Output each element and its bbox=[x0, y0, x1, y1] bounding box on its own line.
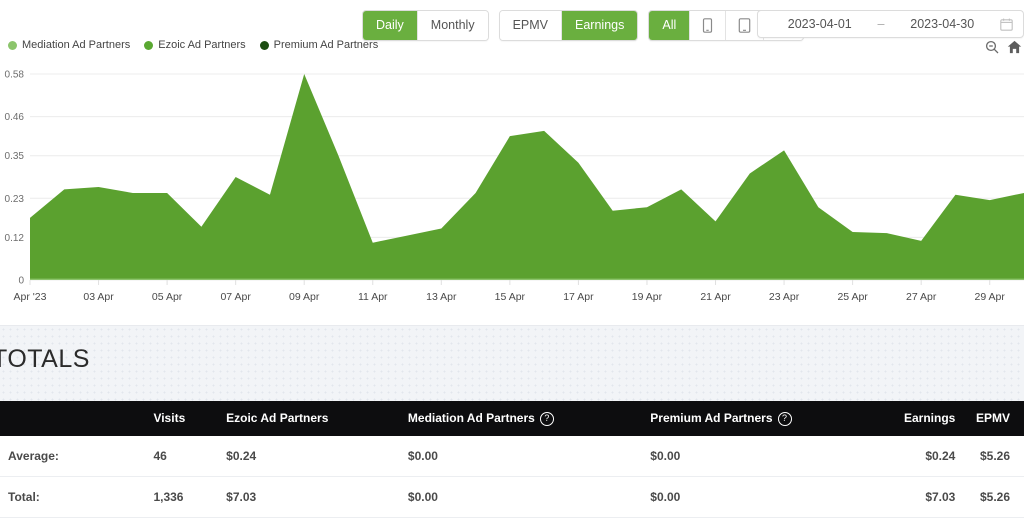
totals-table: Visits Ezoic Ad Partners Mediation Ad Pa… bbox=[0, 401, 1024, 518]
interval-daily-button[interactable]: Daily bbox=[363, 11, 418, 40]
column-header-visits[interactable]: Visits bbox=[147, 401, 221, 436]
cell-epmv: $5.26 bbox=[961, 476, 1024, 518]
table-row: Average: 46 $0.24 $0.00 $0.00 $0.24 $5.2… bbox=[0, 435, 1024, 477]
legend-dot-icon bbox=[8, 40, 17, 50]
legend-dot-icon bbox=[259, 40, 269, 50]
x-axis-tick-label: 19 Apr bbox=[632, 291, 663, 303]
metric-button-group: EPMV Earnings bbox=[498, 10, 639, 41]
table-header-row: Visits Ezoic Ad Partners Mediation Ad Pa… bbox=[0, 401, 1024, 436]
column-header-mediation-label: Mediation Ad Partners bbox=[407, 411, 535, 425]
date-range-end[interactable]: 2023-04-30 bbox=[890, 17, 994, 31]
metric-epmv-button[interactable]: EPMV bbox=[499, 11, 563, 40]
series-area-mediation-ad-partners bbox=[30, 278, 1024, 280]
toolbar-button-groups: Daily Monthly EPMV Earnings All bbox=[362, 10, 805, 41]
cell-earnings: $7.03 bbox=[884, 476, 962, 518]
column-header-epmv[interactable]: EPMV bbox=[961, 401, 1024, 436]
legend-label: Premium Ad Partners bbox=[273, 39, 379, 51]
device-all-button[interactable]: All bbox=[649, 11, 691, 40]
device-phone-button[interactable] bbox=[690, 11, 727, 40]
column-header-premium-label: Premium Ad Partners bbox=[650, 411, 773, 425]
interval-button-group: Daily Monthly bbox=[362, 10, 489, 41]
row-label: Total: bbox=[0, 476, 148, 518]
series-area-ezoic-ad-partners bbox=[30, 74, 1024, 280]
cell-epmv: $5.26 bbox=[961, 435, 1024, 477]
legend-label: Ezoic Ad Partners bbox=[158, 39, 246, 51]
x-axis-tick-label: 05 Apr bbox=[152, 291, 183, 303]
x-axis-tick-label: 29 Apr bbox=[975, 291, 1006, 303]
chart-canvas: 0 0.12 0.23 0.35 0.46 0.58 Apr '23 03 Apr 05 Apr… bbox=[5, 70, 1024, 303]
x-axis-tick-label: 27 Apr bbox=[906, 291, 937, 303]
metric-earnings-button[interactable]: Earnings bbox=[562, 11, 638, 40]
y-axis-tick-label: 0.35 bbox=[5, 151, 25, 162]
x-axis-tick-label: 15 Apr bbox=[495, 291, 526, 303]
x-axis-tick-label: 23 Apr bbox=[769, 291, 800, 303]
cell-premium: $0.00 bbox=[644, 435, 885, 477]
x-axis-tick-label: 07 Apr bbox=[220, 291, 251, 303]
x-axis-tick-label: 13 Apr bbox=[426, 291, 457, 303]
cell-premium: $0.00 bbox=[644, 476, 885, 518]
tablet-icon bbox=[738, 17, 751, 33]
totals-title: TOTALS bbox=[0, 345, 90, 373]
y-axis-tick-label: 0.23 bbox=[5, 194, 25, 205]
cell-earnings: $0.24 bbox=[884, 435, 962, 477]
legend-item-ezoic-ad-partners[interactable]: Ezoic Ad Partners bbox=[144, 39, 246, 51]
cell-mediation: $0.00 bbox=[401, 435, 645, 477]
column-header-earnings[interactable]: Earnings bbox=[884, 401, 962, 436]
column-header-premium[interactable]: Premium Ad Partners? bbox=[644, 401, 885, 436]
x-axis-tick-label: Apr '23 bbox=[14, 291, 47, 303]
y-axis-tick-label: 0.58 bbox=[5, 70, 25, 81]
chart-legend: Mediation Ad Partners Ezoic Ad Partners … bbox=[8, 39, 378, 51]
legend-label: Mediation Ad Partners bbox=[22, 39, 131, 51]
calendar-icon[interactable] bbox=[1000, 18, 1013, 31]
help-icon[interactable]: ? bbox=[539, 411, 554, 426]
date-range-start[interactable]: 2023-04-01 bbox=[768, 17, 872, 31]
table-row: Total: 1,336 $7.03 $0.00 $0.00 $7.03 $5.… bbox=[0, 476, 1024, 518]
earnings-area-chart[interactable]: 0 0.12 0.23 0.35 0.46 0.58 Apr '23 03 Apr 05 Apr… bbox=[0, 60, 1024, 318]
chart-mini-toolbar bbox=[985, 40, 1022, 54]
home-icon[interactable] bbox=[1007, 40, 1022, 54]
x-axis-tick-label: 03 Apr bbox=[83, 291, 114, 303]
cell-mediation: $0.00 bbox=[401, 476, 645, 518]
legend-dot-icon bbox=[144, 40, 154, 50]
y-axis-tick-label: 0.12 bbox=[5, 233, 25, 244]
zoom-out-icon[interactable] bbox=[985, 40, 999, 54]
cell-ezoic: $0.24 bbox=[220, 435, 402, 477]
totals-table-wrap: Visits Ezoic Ad Partners Mediation Ad Pa… bbox=[0, 401, 1024, 518]
row-label: Average: bbox=[0, 435, 148, 477]
cell-visits: 46 bbox=[147, 435, 221, 477]
cell-ezoic: $7.03 bbox=[220, 476, 402, 518]
date-range-separator: – bbox=[877, 17, 885, 31]
phone-icon bbox=[702, 17, 713, 33]
x-axis-tick-label: 21 Apr bbox=[700, 291, 731, 303]
column-header-ezoic[interactable]: Ezoic Ad Partners bbox=[220, 401, 402, 436]
legend-item-mediation-ad-partners[interactable]: Mediation Ad Partners bbox=[8, 39, 130, 51]
chart-toolbar: Daily Monthly EPMV Earnings All 2023-04-… bbox=[0, 0, 1024, 60]
column-header-mediation[interactable]: Mediation Ad Partners? bbox=[401, 401, 645, 436]
x-axis-tick-label: 09 Apr bbox=[289, 291, 320, 303]
help-icon[interactable]: ? bbox=[777, 411, 792, 426]
totals-table-head: Visits Ezoic Ad Partners Mediation Ad Pa… bbox=[0, 401, 1024, 436]
date-range-picker[interactable]: 2023-04-01 – 2023-04-30 bbox=[757, 10, 1024, 38]
legend-item-premium-ad-partners[interactable]: Premium Ad Partners bbox=[259, 39, 379, 51]
y-axis-tick-label: 0.46 bbox=[5, 112, 25, 123]
interval-monthly-button[interactable]: Monthly bbox=[417, 11, 488, 40]
y-axis-tick-label: 0 bbox=[18, 276, 24, 287]
cell-visits: 1,336 bbox=[147, 476, 221, 518]
x-axis-tick-label: 17 Apr bbox=[563, 291, 594, 303]
x-axis-tick-label: 11 Apr bbox=[358, 291, 388, 303]
totals-section-header: TOTALS bbox=[0, 325, 1024, 402]
x-axis-tick-label: 25 Apr bbox=[837, 291, 868, 303]
column-header-blank bbox=[0, 401, 148, 436]
totals-table-body: Average: 46 $0.24 $0.00 $0.00 $0.24 $5.2… bbox=[0, 435, 1024, 518]
